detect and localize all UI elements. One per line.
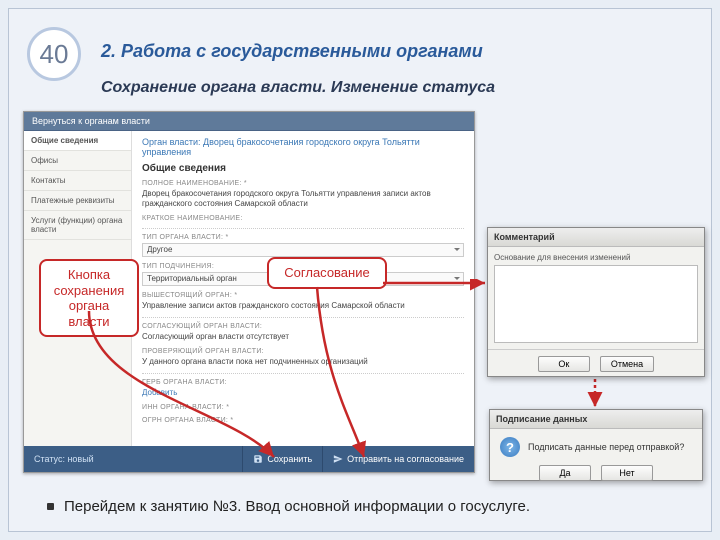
- sidebar-item-general[interactable]: Общие сведения: [24, 131, 131, 151]
- question-icon: ?: [500, 437, 520, 457]
- sidebar-item-offices[interactable]: Офисы: [24, 151, 131, 171]
- sidebar-item-payment[interactable]: Платежные реквизиты: [24, 191, 131, 211]
- dialog-sign-yes-button[interactable]: Да: [539, 465, 591, 481]
- slide-number: 40: [40, 39, 69, 70]
- send-approval-button[interactable]: Отправить на согласование: [322, 446, 474, 472]
- save-button[interactable]: Сохранить: [242, 446, 322, 472]
- send-button-label: Отправить на согласование: [347, 454, 464, 464]
- field-label-inn: ИНН ОРГАНА ВЛАСТИ: *: [142, 404, 464, 411]
- dialog-comment-cancel-button[interactable]: Отмена: [600, 356, 654, 372]
- dialog-sign-no-button[interactable]: Нет: [601, 465, 653, 481]
- save-icon: [253, 454, 263, 464]
- field-label-parent: ВЫШЕСТОЯЩИЙ ОРГАН: *: [142, 292, 464, 299]
- field-select-type[interactable]: Другое: [142, 243, 464, 257]
- slide-title: 2. Работа с государственными органами: [101, 41, 483, 62]
- save-button-label: Сохранить: [267, 454, 312, 464]
- dialog-sign-text: Подписать данные перед отправкой?: [528, 442, 684, 452]
- field-label-full-name: ПОЛНОЕ НАИМЕНОВАНИЕ: *: [142, 180, 464, 187]
- dialog-comment: Комментарий Основание для внесения измен…: [487, 227, 705, 377]
- field-value-review: У данного органа власти пока нет подчине…: [142, 357, 464, 367]
- slide-number-badge: 40: [27, 27, 81, 81]
- callout-approve: Согласование: [267, 257, 387, 289]
- field-value-parent: Управление записи актов гражданского сос…: [142, 301, 464, 311]
- slide-frame: 40 2. Работа с государственными органами…: [8, 8, 712, 532]
- arrow-dialog-to-sign: [585, 377, 605, 411]
- field-value-gerb[interactable]: Добавить: [142, 388, 464, 398]
- slide-subtitle: Сохранение органа власти. Изменение стат…: [101, 79, 495, 97]
- breadcrumb: Орган власти: Дворец бракосочетания горо…: [142, 137, 464, 157]
- sidebar-item-services[interactable]: Услуги (функции) органа власти: [24, 211, 131, 240]
- dialog-comment-title: Комментарий: [488, 228, 704, 247]
- field-label-short-name: КРАТКОЕ НАИМЕНОВАНИЕ:: [142, 215, 464, 222]
- dialog-sign: Подписание данных ? Подписать данные пер…: [489, 409, 703, 481]
- field-label-approve: СОГЛАСУЮЩИЙ ОРГАН ВЛАСТИ:: [142, 323, 464, 330]
- dialog-sign-title: Подписание данных: [490, 410, 702, 429]
- field-label-type: ТИП ОРГАНА ВЛАСТИ: *: [142, 234, 464, 241]
- dialog-comment-textarea[interactable]: [494, 265, 698, 343]
- field-label-ogrn: ОГРН ОРГАНА ВЛАСТИ: *: [142, 417, 464, 424]
- field-label-gerb: ГЕРБ ОРГАНА ВЛАСТИ:: [142, 379, 464, 386]
- send-icon: [333, 454, 343, 464]
- section-heading: Общие сведения: [142, 163, 464, 174]
- status-text: Статус: новый: [24, 454, 104, 464]
- callout-save: Кнопка сохранения органа власти: [39, 259, 139, 337]
- footer-bar: Статус: новый Сохранить Отправить на сог…: [24, 446, 474, 472]
- field-label-review: ПРОВЕРЯЮЩИЙ ОРГАН ВЛАСТИ:: [142, 348, 464, 355]
- dialog-comment-ok-button[interactable]: Ок: [538, 356, 590, 372]
- footer-note: Перейдем к занятию №3. Ввод основной инф…: [47, 498, 530, 515]
- field-value-full-name: Дворец бракосочетания городского округа …: [142, 189, 464, 209]
- dialog-comment-label: Основание для внесения изменений: [494, 253, 698, 262]
- sidebar-item-contacts[interactable]: Контакты: [24, 171, 131, 191]
- back-link[interactable]: Вернуться к органам власти: [24, 112, 474, 131]
- field-value-approve: Согласующий орган власти отсутствует: [142, 332, 464, 342]
